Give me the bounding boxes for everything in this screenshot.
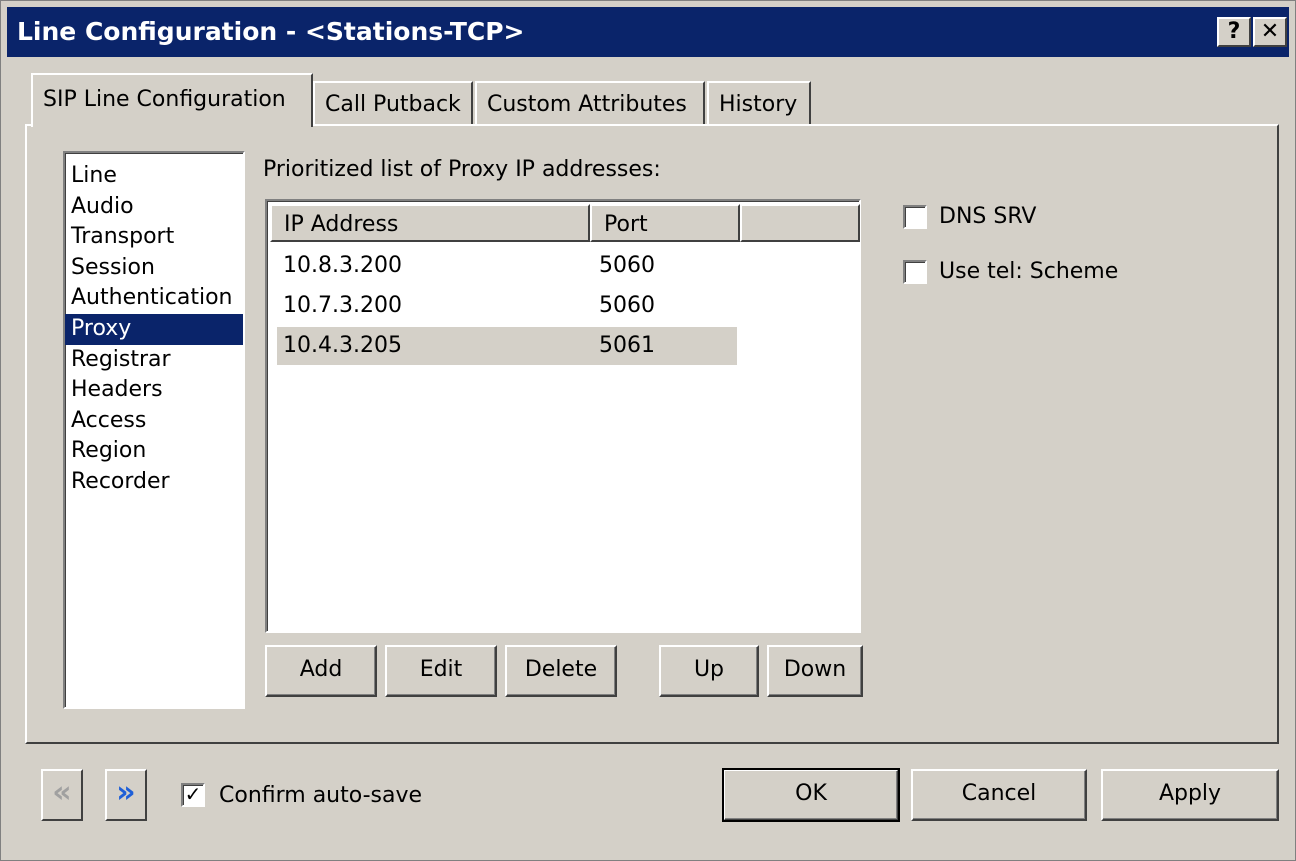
tab-sip-line-configuration[interactable]: SIP Line Configuration [31,73,313,127]
next-button[interactable]: » [105,769,147,821]
title-bar: Line Configuration - <Stations-TCP> ? ✕ [7,7,1289,57]
section-item-registrar[interactable]: Registrar [65,345,243,376]
use-tel-scheme-label: Use tel: Scheme [939,259,1119,284]
section-item-region[interactable]: Region [65,436,243,467]
cancel-button[interactable]: Cancel [911,769,1087,821]
close-button[interactable]: ✕ [1253,17,1287,47]
port-cell: 5061 [599,333,655,358]
section-item-audio[interactable]: Audio [65,192,243,223]
table-row-selected[interactable]: 10.4.3.205 5061 [277,327,737,365]
apply-button[interactable]: Apply [1101,769,1279,821]
edit-button[interactable]: Edit [385,645,497,697]
tab-call-putback[interactable]: Call Putback [313,81,473,125]
ok-button[interactable]: OK [722,768,900,822]
column-filler [740,204,860,242]
column-port[interactable]: Port [590,204,740,242]
tab-label: Custom Attributes [487,92,687,117]
section-item-proxy[interactable]: Proxy [65,313,243,345]
section-item-transport[interactable]: Transport [65,222,243,253]
add-button[interactable]: Add [265,645,377,697]
up-button[interactable]: Up [659,645,759,697]
down-button[interactable]: Down [767,645,863,697]
tab-label: SIP Line Configuration [43,87,286,112]
confirm-autosave-checkbox[interactable]: ✓ [181,783,205,807]
port-cell: 5060 [599,253,655,278]
tab-history[interactable]: History [707,81,811,125]
confirm-autosave-label: Confirm auto-save [219,783,423,808]
ip-cell: 10.4.3.205 [283,333,402,358]
previous-button[interactable]: « [41,769,83,821]
proxy-list-view[interactable]: IP Address Port 10.8.3.200 5060 10.7.3.2… [265,199,861,633]
double-chevron-right-icon: » [116,775,136,810]
tab-custom-attributes[interactable]: Custom Attributes [475,81,705,125]
dns-srv-checkbox[interactable] [903,205,927,229]
section-item-authentication[interactable]: Authentication [65,283,243,314]
window-title: Line Configuration - <Stations-TCP> [17,17,525,46]
tab-label: History [719,92,798,117]
double-chevron-left-icon: « [52,775,72,810]
list-header: IP Address Port [270,204,860,242]
section-item-session[interactable]: Session [65,253,243,284]
section-item-line[interactable]: Line [65,161,243,192]
use-tel-scheme-checkbox[interactable] [903,260,927,284]
table-row[interactable]: 10.8.3.200 5060 [277,247,737,285]
ip-cell: 10.8.3.200 [283,253,402,278]
column-ip-address[interactable]: IP Address [270,204,590,242]
help-button[interactable]: ? [1217,17,1251,47]
section-item-access[interactable]: Access [65,406,243,437]
section-item-headers[interactable]: Headers [65,375,243,406]
delete-button[interactable]: Delete [505,645,617,697]
port-cell: 5060 [599,293,655,318]
tab-label: Call Putback [325,92,461,117]
proxy-list-label: Prioritized list of Proxy IP addresses: [263,157,661,182]
dns-srv-label: DNS SRV [939,204,1037,229]
ip-cell: 10.7.3.200 [283,293,402,318]
table-row[interactable]: 10.7.3.200 5060 [277,287,737,325]
section-item-recorder[interactable]: Recorder [65,467,243,498]
dialog-window: Line Configuration - <Stations-TCP> ? ✕ … [0,0,1296,861]
section-list[interactable]: Line Audio Transport Session Authenticat… [63,151,245,709]
